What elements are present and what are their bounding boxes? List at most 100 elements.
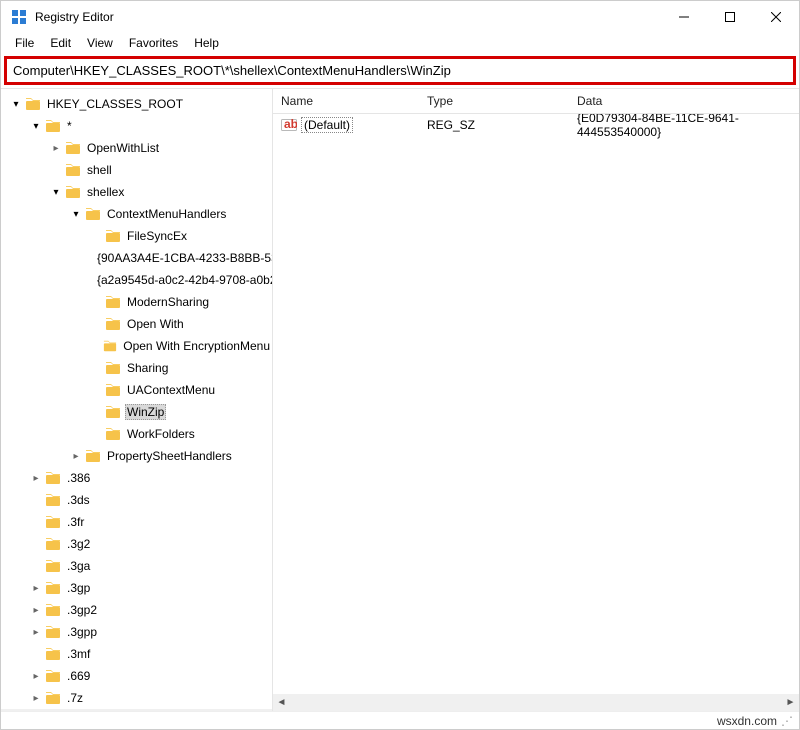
tree-item-label: FileSyncEx (125, 228, 189, 244)
tree-item-label: .7z (65, 690, 85, 706)
svg-text:ab: ab (284, 117, 297, 131)
tree-item-d3fr[interactable]: .3fr (1, 511, 272, 533)
tree-item-winzip[interactable]: WinZip (1, 401, 272, 423)
list-body[interactable]: ab (Default) REG_SZ {E0D79304-84BE-11CE-… (273, 114, 799, 694)
chevron-down-icon[interactable] (29, 121, 43, 132)
menu-edit[interactable]: Edit (42, 34, 79, 52)
tree-item-label: {90AA3A4E-1CBA-4233-B8BB-535773D48449} (95, 250, 273, 266)
menu-file[interactable]: File (7, 34, 42, 52)
maximize-button[interactable] (707, 1, 753, 33)
tree-pane[interactable]: HKEY_CLASSES_ROOT * OpenWithList shell shell… (1, 89, 273, 711)
tree-item-star[interactable]: * (1, 115, 272, 137)
tree-item-sharing[interactable]: Sharing (1, 357, 272, 379)
menu-view[interactable]: View (79, 34, 121, 52)
tree-item-d669[interactable]: .669 (1, 665, 272, 687)
tree-item-d3g2[interactable]: .3g2 (1, 533, 272, 555)
tree-item-label: Open With EncryptionMenu (121, 338, 272, 354)
tree-item-cmh[interactable]: ContextMenuHandlers (1, 203, 272, 225)
tree-item-propertysheethandlers[interactable]: PropertySheetHandlers (1, 445, 272, 467)
address-bar-container: Computer\HKEY_CLASSES_ROOT\*\shellex\Con… (1, 53, 799, 88)
tree-item-d3ga[interactable]: .3ga (1, 555, 272, 577)
tree-item-label: .3g2 (65, 536, 92, 552)
tree-item-label: HKEY_CLASSES_ROOT (45, 96, 185, 112)
resize-grip-icon[interactable]: ⋰ (781, 714, 793, 728)
list-hscroll[interactable]: ◄ ► (273, 694, 799, 711)
minimize-button[interactable] (661, 1, 707, 33)
tree-item-label: shellex (85, 184, 126, 200)
column-name[interactable]: Name (273, 90, 419, 112)
tree-item-label: WinZip (125, 404, 166, 420)
tree-item-d3ds[interactable]: .3ds (1, 489, 272, 511)
tree-item-label: shell (85, 162, 114, 178)
value-name: (Default) (301, 117, 353, 133)
tree-item-filesyncex[interactable]: FileSyncEx (1, 225, 272, 247)
tree-item-label: WorkFolders (125, 426, 197, 442)
tree-item-guid1[interactable]: {90AA3A4E-1CBA-4233-B8BB-535773D48449} (1, 247, 272, 269)
tree-item-label: ModernSharing (125, 294, 211, 310)
tree-item-label: UAContextMenu (125, 382, 217, 398)
tree-item-shell[interactable]: shell (1, 159, 272, 181)
value-type: REG_SZ (419, 116, 569, 134)
scroll-right-icon[interactable]: ► (255, 709, 272, 711)
chevron-right-icon[interactable] (49, 143, 63, 154)
close-button[interactable] (753, 1, 799, 33)
tree-item-label: Open With (125, 316, 186, 332)
chevron-right-icon[interactable] (69, 451, 83, 462)
tree-item-label: .3ga (65, 558, 92, 574)
menu-favorites[interactable]: Favorites (121, 34, 186, 52)
list-header: Name Type Data (273, 89, 799, 114)
tree-item-openwith[interactable]: Open With (1, 313, 272, 335)
tree-item-label: Sharing (125, 360, 170, 376)
string-value-icon: ab (281, 117, 297, 133)
scroll-left-icon[interactable]: ◄ (1, 709, 18, 711)
chevron-right-icon[interactable] (29, 605, 43, 616)
registry-editor-window: Registry Editor File Edit View Favorites… (0, 0, 800, 730)
tree-item-d7z[interactable]: .7z (1, 687, 272, 709)
titlebar: Registry Editor (1, 1, 799, 33)
chevron-down-icon[interactable] (49, 187, 63, 198)
scroll-right-icon[interactable]: ► (782, 694, 799, 711)
tree-item-d386[interactable]: .386 (1, 467, 272, 489)
tree-item-label: {a2a9545d-a0c2-42b4-9708-a0b2badd77c8} (95, 272, 273, 288)
chevron-right-icon[interactable] (29, 671, 43, 682)
status-text: wsxdn.com (717, 714, 777, 728)
column-type[interactable]: Type (419, 90, 569, 112)
tree-item-modernsharing[interactable]: ModernSharing (1, 291, 272, 313)
chevron-right-icon[interactable] (29, 627, 43, 638)
tree-item-label: .3mf (65, 646, 92, 662)
scroll-left-icon[interactable]: ◄ (273, 694, 290, 711)
tree-item-d3gp[interactable]: .3gp (1, 577, 272, 599)
window-title: Registry Editor (35, 10, 661, 24)
tree-item-d3gp2[interactable]: .3gp2 (1, 599, 272, 621)
tree-item-guid2[interactable]: {a2a9545d-a0c2-42b4-9708-a0b2badd77c8} (1, 269, 272, 291)
menu-help[interactable]: Help (186, 34, 227, 52)
tree-item-root[interactable]: HKEY_CLASSES_ROOT (1, 93, 272, 115)
chevron-right-icon[interactable] (29, 473, 43, 484)
chevron-down-icon[interactable] (9, 99, 23, 110)
tree-item-label: .3gp (65, 580, 92, 596)
list-pane: Name Type Data ab (Default) REG_SZ {E0D7… (273, 89, 799, 711)
tree-item-openwithenc[interactable]: Open With EncryptionMenu (1, 335, 272, 357)
tree-item-shellex[interactable]: shellex (1, 181, 272, 203)
tree-item-uacontextmenu[interactable]: UAContextMenu (1, 379, 272, 401)
tree-item-label: .3gpp (65, 624, 99, 640)
column-data[interactable]: Data (569, 90, 799, 112)
address-bar[interactable]: Computer\HKEY_CLASSES_ROOT\*\shellex\Con… (4, 56, 796, 85)
tree-item-label: ContextMenuHandlers (105, 206, 228, 222)
tree-item-label: .3ds (65, 492, 92, 508)
tree-item-label: .3gp2 (65, 602, 99, 618)
chevron-down-icon[interactable] (69, 209, 83, 220)
tree-item-d3mf[interactable]: .3mf (1, 643, 272, 665)
split-panes: HKEY_CLASSES_ROOT * OpenWithList shell shell… (1, 88, 799, 711)
tree-hscroll[interactable]: ◄ ► (1, 709, 272, 711)
list-row[interactable]: ab (Default) REG_SZ {E0D79304-84BE-11CE-… (273, 114, 799, 136)
tree-item-d3gpp[interactable]: .3gpp (1, 621, 272, 643)
tree-item-label: * (65, 118, 74, 134)
chevron-right-icon[interactable] (29, 583, 43, 594)
tree-item-label: .386 (65, 470, 92, 486)
tree-item-label: PropertySheetHandlers (105, 448, 234, 464)
tree-item-openwithlist[interactable]: OpenWithList (1, 137, 272, 159)
tree-item-workfolders[interactable]: WorkFolders (1, 423, 272, 445)
status-bar: wsxdn.com ⋰ (1, 711, 799, 729)
chevron-right-icon[interactable] (29, 693, 43, 704)
